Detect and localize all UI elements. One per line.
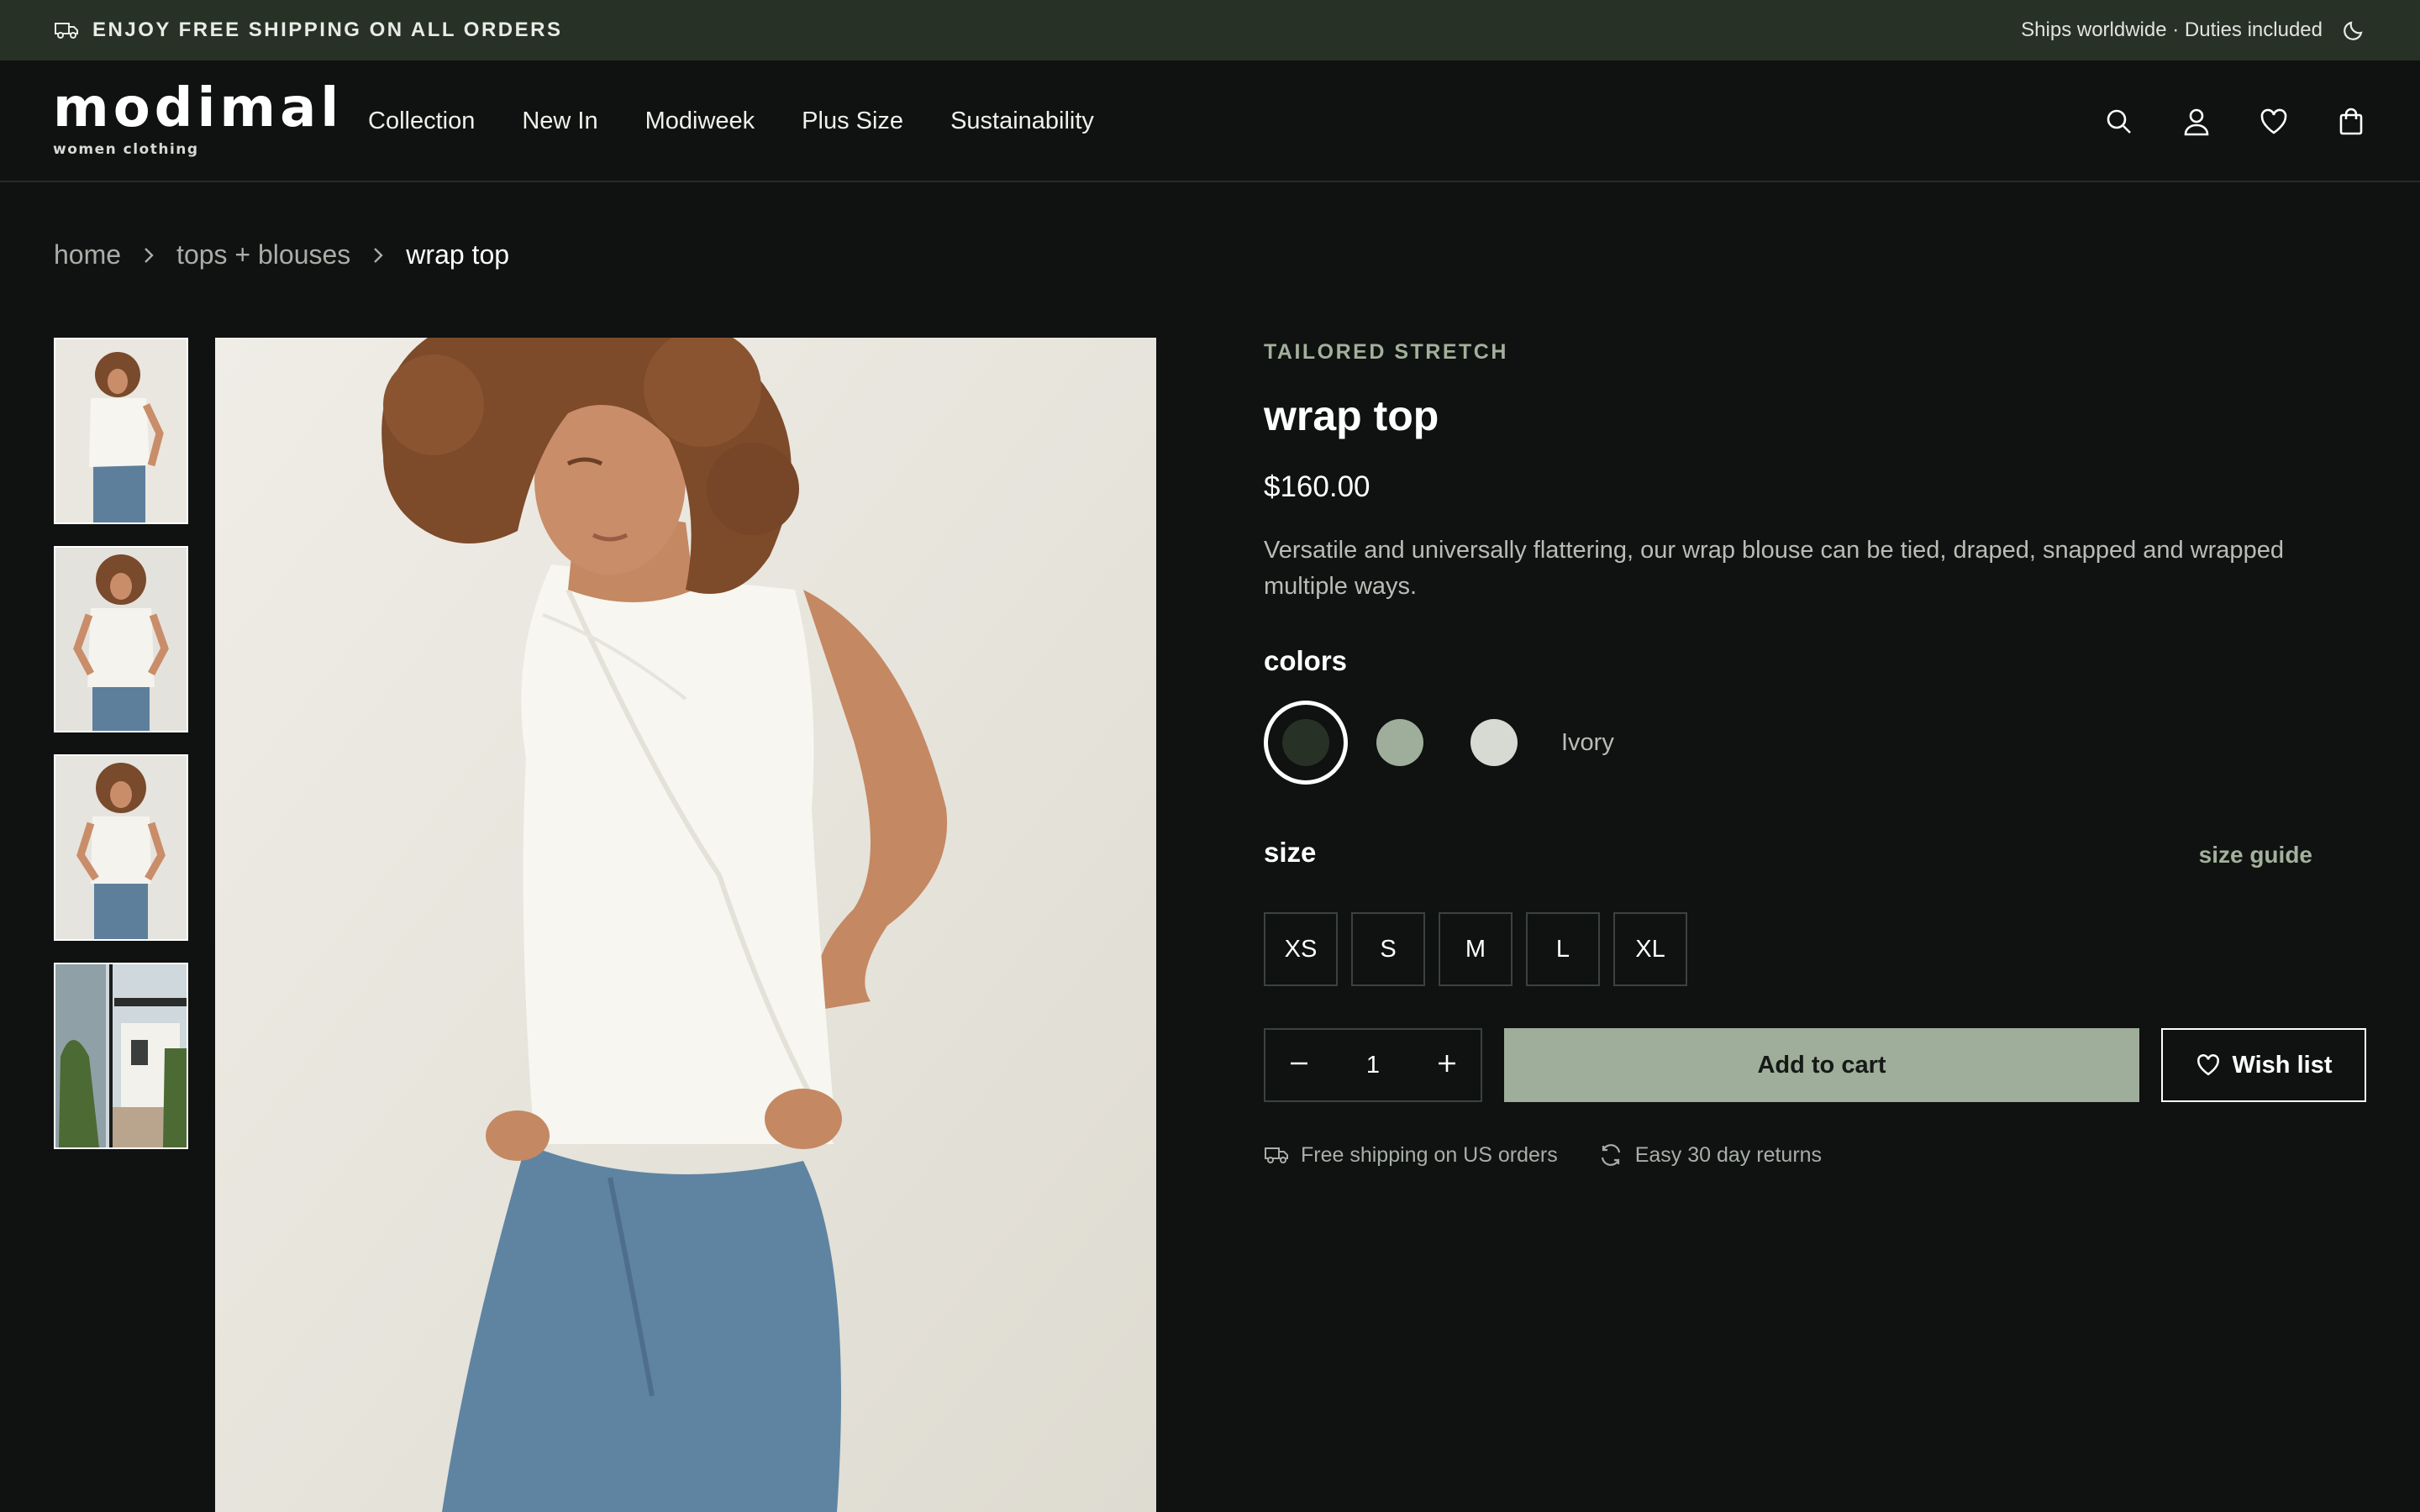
announcement-right: Ships worldwide · Duties included bbox=[2021, 18, 2366, 43]
logo-wordmark: modimal bbox=[53, 77, 344, 139]
size-m-button[interactable]: M bbox=[1439, 912, 1512, 986]
thumbnail-list bbox=[54, 338, 188, 1171]
perk-shipping-text: Free shipping on US orders bbox=[1301, 1142, 1558, 1167]
color-swatch-3[interactable] bbox=[1452, 701, 1536, 785]
nav-collection[interactable]: Collection bbox=[368, 108, 475, 135]
search-icon[interactable] bbox=[2104, 107, 2134, 137]
nav-modiweek[interactable]: Modiweek bbox=[645, 108, 755, 135]
color-swatch-1[interactable] bbox=[1264, 701, 1348, 785]
plus-icon[interactable] bbox=[1435, 1052, 1459, 1079]
swatch-fill bbox=[1376, 719, 1423, 766]
perk-returns-text: Easy 30 day returns bbox=[1634, 1142, 1823, 1167]
size-label: size bbox=[1264, 837, 1317, 868]
size-guide-link[interactable]: size guide bbox=[2199, 842, 2312, 869]
nav-new-in[interactable]: New In bbox=[522, 108, 597, 135]
color-swatches: Ivory bbox=[1264, 701, 1614, 785]
breadcrumb-category[interactable]: tops + blouses bbox=[176, 239, 350, 270]
announcement-text: ENJOY FREE SHIPPING ON ALL ORDERS bbox=[92, 18, 563, 41]
minus-icon[interactable] bbox=[1287, 1052, 1311, 1079]
size-options: XS S M L XL bbox=[1264, 912, 1687, 986]
breadcrumb: home tops + blouses wrap top bbox=[54, 239, 509, 270]
header-actions bbox=[2104, 60, 2366, 182]
main-product-image bbox=[215, 338, 1156, 1512]
thumbnail-4[interactable] bbox=[54, 963, 188, 1149]
add-to-cart-button[interactable]: Add to cart bbox=[1504, 1028, 2139, 1102]
shopping-bag-icon[interactable] bbox=[2336, 107, 2366, 137]
heart-icon bbox=[2196, 1053, 2221, 1078]
heart-icon[interactable] bbox=[2259, 107, 2289, 137]
swatch-fill bbox=[1282, 719, 1329, 766]
size-l-button[interactable]: L bbox=[1526, 912, 1600, 986]
colors-label: colors bbox=[1264, 645, 1348, 676]
product-description: Versatile and universally flattering, ou… bbox=[1264, 537, 2284, 600]
shipping-note: Ships worldwide · Duties included bbox=[2021, 18, 2323, 41]
announcement-left: ENJOY FREE SHIPPING ON ALL ORDERS bbox=[54, 18, 562, 42]
thumbnail-2[interactable] bbox=[54, 546, 188, 732]
perk-shipping: Free shipping on US orders bbox=[1264, 1143, 1558, 1168]
thumbnail-3[interactable] bbox=[54, 754, 188, 941]
site-header: modimal women clothing Collection New In… bbox=[0, 60, 2420, 182]
logo[interactable]: modimal women clothing bbox=[53, 79, 343, 158]
size-s-button[interactable]: S bbox=[1351, 912, 1425, 986]
wishlist-button[interactable]: Wish list bbox=[2161, 1028, 2366, 1102]
size-xs-button[interactable]: XS bbox=[1264, 912, 1338, 986]
truck-icon bbox=[1264, 1146, 1289, 1164]
product-price: $160.00 bbox=[1264, 470, 1370, 503]
quantity-stepper: 1 bbox=[1264, 1028, 1482, 1102]
user-icon[interactable] bbox=[2181, 107, 2212, 137]
announcement-bar: ENJOY FREE SHIPPING ON ALL ORDERS Ships … bbox=[0, 0, 2420, 60]
quantity-value[interactable]: 1 bbox=[1366, 1052, 1380, 1079]
main-nav: Collection New In Modiweek Plus Size Sus… bbox=[368, 60, 1094, 182]
product-title: wrap top bbox=[1264, 392, 1439, 439]
perk-returns: Easy 30 day returns bbox=[1598, 1142, 1822, 1168]
moon-icon[interactable] bbox=[2341, 18, 2366, 43]
selected-color-name: Ivory bbox=[1561, 728, 1614, 756]
product-collection-tag: TAILORED STRETCH bbox=[1264, 340, 1508, 364]
nav-sustainability[interactable]: Sustainability bbox=[950, 108, 1094, 135]
breadcrumb-current: wrap top bbox=[406, 239, 510, 270]
thumbnail-1[interactable] bbox=[54, 338, 188, 524]
swatch-fill bbox=[1470, 719, 1518, 766]
refresh-icon bbox=[1598, 1142, 1623, 1168]
purchase-row: 1 Add to cart Wish list bbox=[1264, 1028, 2366, 1102]
perks-list: Free shipping on US orders Easy 30 day r… bbox=[1264, 1142, 1822, 1168]
nav-plus-size[interactable]: Plus Size bbox=[802, 108, 903, 135]
wishlist-label: Wish list bbox=[2232, 1051, 2333, 1079]
logo-tagline: women clothing bbox=[53, 141, 199, 158]
color-swatch-2[interactable] bbox=[1358, 701, 1442, 785]
breadcrumb-home[interactable]: home bbox=[54, 239, 121, 270]
size-xl-button[interactable]: XL bbox=[1613, 912, 1687, 986]
chevron-right-icon bbox=[143, 246, 155, 265]
truck-icon bbox=[54, 21, 79, 39]
chevron-right-icon bbox=[372, 246, 384, 265]
